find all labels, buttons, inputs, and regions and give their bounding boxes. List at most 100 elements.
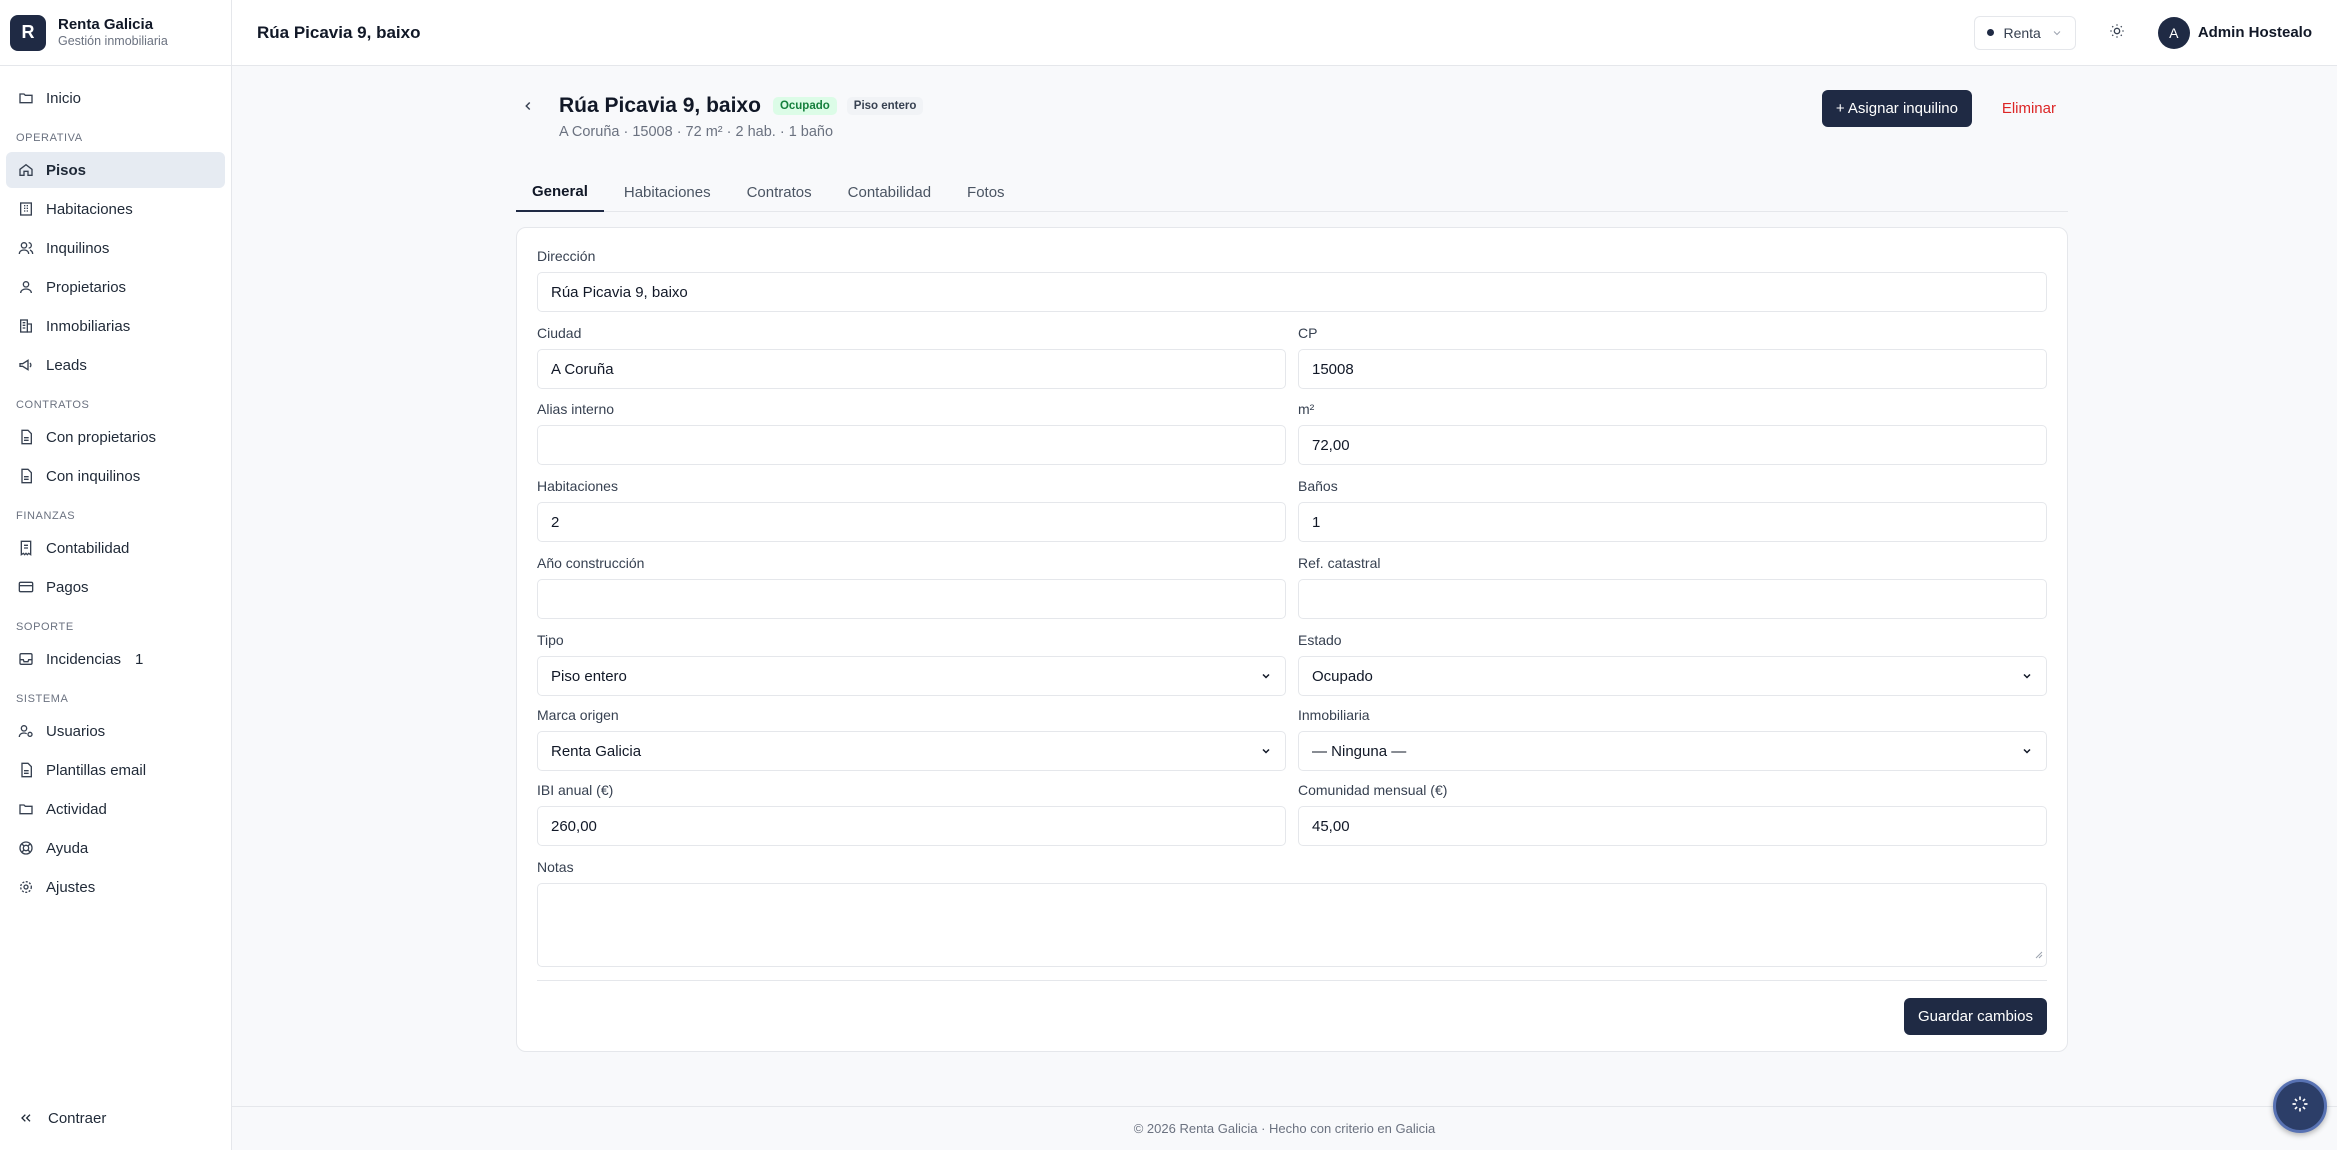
estado-field: Estado Ocupado bbox=[1298, 632, 2047, 696]
sidebar-item-label: Ajustes bbox=[46, 878, 96, 896]
sidebar-item-inquilinos[interactable]: Inquilinos bbox=[6, 230, 225, 266]
catastral-field: Ref. catastral bbox=[1298, 555, 2047, 619]
brand-subtitle: Gestión inmobiliaria bbox=[58, 34, 168, 48]
field-label: Tipo bbox=[537, 632, 564, 648]
tipo-select[interactable]: Piso entero bbox=[537, 656, 1286, 696]
chevron-down-icon bbox=[2051, 27, 2063, 39]
form-divider bbox=[537, 980, 2047, 981]
notas-textarea[interactable] bbox=[537, 883, 2047, 967]
assign-tenant-button[interactable]: + Asignar inquilino bbox=[1821, 90, 1972, 127]
sidebar-section-title: CONTRATOS bbox=[16, 399, 90, 411]
sidebar-item-label: Con inquilinos bbox=[46, 467, 141, 485]
sidebar-item-con-propietarios[interactable]: Con propietarios bbox=[6, 419, 225, 455]
theme-toggle-button[interactable] bbox=[2100, 16, 2134, 50]
back-button[interactable] bbox=[516, 96, 540, 120]
document-icon bbox=[18, 429, 34, 445]
field-label: Marca origen bbox=[537, 707, 619, 723]
marca-select[interactable]: Renta Galicia bbox=[537, 731, 1286, 771]
estado-select[interactable]: Ocupado bbox=[1298, 656, 2047, 696]
sun-icon bbox=[2109, 23, 2125, 43]
sidebar-item-inmobiliarias[interactable]: Inmobiliarias bbox=[6, 308, 225, 344]
alias-input[interactable] bbox=[537, 425, 1286, 465]
sidebar-section-title: FINANZAS bbox=[16, 510, 76, 522]
ciudad-input[interactable]: A Coruña bbox=[537, 349, 1286, 389]
document-icon bbox=[18, 468, 34, 484]
ibi-field: IBI anual (€) 260,00 bbox=[537, 782, 1286, 846]
inmobiliaria-select-value: — Ninguna — bbox=[1312, 742, 1407, 760]
sidebar-item-label: Plantillas email bbox=[46, 761, 147, 779]
sidebar-item-contabilidad[interactable]: Contabilidad bbox=[6, 530, 225, 566]
sidebar-item-usuarios[interactable]: Usuarios bbox=[6, 713, 225, 749]
tabs: General Habitaciones Contratos Contabili… bbox=[516, 172, 2068, 212]
page-header: Rúa Picavia 9, baixo Ocupado Piso entero… bbox=[516, 90, 2068, 150]
tab-contratos[interactable]: Contratos bbox=[731, 172, 828, 212]
sidebar: R Renta Galicia Gestión inmobiliaria Ini… bbox=[0, 0, 232, 1150]
brand-select[interactable]: Renta bbox=[1974, 15, 2076, 50]
sidebar-item-actividad[interactable]: Actividad bbox=[6, 791, 225, 827]
m2-input[interactable]: 72,00 bbox=[1298, 425, 2047, 465]
delete-button[interactable]: Eliminar bbox=[1990, 90, 2068, 127]
resize-handle-icon[interactable] bbox=[2033, 946, 2043, 963]
sidebar-item-propietarios[interactable]: Propietarios bbox=[6, 269, 225, 305]
banos-field: Baños 1 bbox=[1298, 478, 2047, 542]
user-menu[interactable]: A Admin Hostealo bbox=[2157, 16, 2312, 49]
tab-fotos[interactable]: Fotos bbox=[951, 172, 1021, 212]
chevron-down-icon bbox=[2021, 745, 2033, 757]
office-icon bbox=[18, 318, 34, 334]
assistant-fab-button[interactable] bbox=[2273, 1079, 2327, 1133]
credit-card-icon bbox=[18, 579, 34, 595]
sidebar-item-con-inquilinos[interactable]: Con inquilinos bbox=[6, 458, 225, 494]
sidebar-item-label: Inicio bbox=[46, 89, 82, 107]
tipo-field: Tipo Piso entero bbox=[537, 632, 1286, 696]
direccion-input[interactable]: Rúa Picavia 9, baixo bbox=[537, 272, 2047, 312]
sidebar-item-pisos[interactable]: Pisos bbox=[6, 152, 225, 188]
sidebar-item-plantillas-email[interactable]: Plantillas email bbox=[6, 752, 225, 788]
tab-habitaciones[interactable]: Habitaciones bbox=[608, 172, 727, 212]
collapse-sidebar-button[interactable]: Contraer bbox=[6, 1100, 118, 1136]
sidebar-item-ayuda[interactable]: Ayuda bbox=[6, 830, 225, 866]
property-form: Dirección Rúa Picavia 9, baixo Ciudad A … bbox=[516, 227, 2068, 1052]
topbar: Rúa Picavia 9, baixo Renta A Admin Hoste… bbox=[232, 0, 2337, 66]
comunidad-input[interactable]: 45,00 bbox=[1298, 806, 2047, 846]
inmobiliaria-field: Inmobiliaria — Ninguna — bbox=[1298, 707, 2047, 771]
direccion-field: Dirección Rúa Picavia 9, baixo bbox=[537, 248, 2047, 312]
habitaciones-field: Habitaciones 2 bbox=[537, 478, 1286, 542]
habitaciones-input[interactable]: 2 bbox=[537, 502, 1286, 542]
sidebar-item-label: Propietarios bbox=[46, 278, 127, 296]
brand-logo: R bbox=[10, 14, 46, 51]
ibi-input[interactable]: 260,00 bbox=[537, 806, 1286, 846]
sidebar-item-label: Inmobiliarias bbox=[46, 317, 131, 335]
brand-name: Renta Galicia bbox=[58, 16, 154, 33]
sidebar-item-incidencias[interactable]: Incidencias 1 bbox=[6, 641, 225, 677]
sidebar-item-ajustes[interactable]: Ajustes bbox=[6, 869, 225, 905]
sidebar-item-label: Pagos bbox=[46, 578, 89, 596]
marca-field: Marca origen Renta Galicia bbox=[537, 707, 1286, 771]
sidebar-item-habitaciones[interactable]: Habitaciones bbox=[6, 191, 225, 227]
sidebar-section-title: SOPORTE bbox=[16, 621, 74, 633]
tipo-select-value: Piso entero bbox=[551, 667, 627, 685]
sidebar-item-label: Con propietarios bbox=[46, 428, 157, 446]
comunidad-field: Comunidad mensual (€) 45,00 bbox=[1298, 782, 2047, 846]
estado-select-value: Ocupado bbox=[1312, 667, 1373, 685]
tab-general[interactable]: General bbox=[516, 172, 604, 212]
sidebar-section-title: SISTEMA bbox=[16, 693, 69, 705]
anio-input[interactable] bbox=[537, 579, 1286, 619]
banos-input[interactable]: 1 bbox=[1298, 502, 2047, 542]
tab-contabilidad[interactable]: Contabilidad bbox=[832, 172, 947, 212]
field-label: Estado bbox=[1298, 632, 1342, 648]
brand-header[interactable]: R Renta Galicia Gestión inmobiliaria bbox=[0, 0, 231, 66]
save-button[interactable]: Guardar cambios bbox=[1903, 998, 2047, 1035]
sidebar-item-pagos[interactable]: Pagos bbox=[6, 569, 225, 605]
catastral-input[interactable] bbox=[1298, 579, 2047, 619]
topbar-title: Rúa Picavia 9, baixo bbox=[257, 22, 421, 42]
sidebar-item-leads[interactable]: Leads bbox=[6, 347, 225, 383]
inmobiliaria-select[interactable]: — Ninguna — bbox=[1298, 731, 2047, 771]
sidebar-item-inicio[interactable]: Inicio bbox=[6, 80, 225, 116]
field-label: Inmobiliaria bbox=[1298, 707, 1370, 723]
user-cog-icon bbox=[18, 723, 34, 739]
sidebar-section-title: OPERATIVA bbox=[16, 132, 83, 144]
folder-icon bbox=[18, 801, 34, 817]
sidebar-item-label: Contabilidad bbox=[46, 539, 130, 557]
cp-input[interactable]: 15008 bbox=[1298, 349, 2047, 389]
chevron-down-icon bbox=[2021, 670, 2033, 682]
